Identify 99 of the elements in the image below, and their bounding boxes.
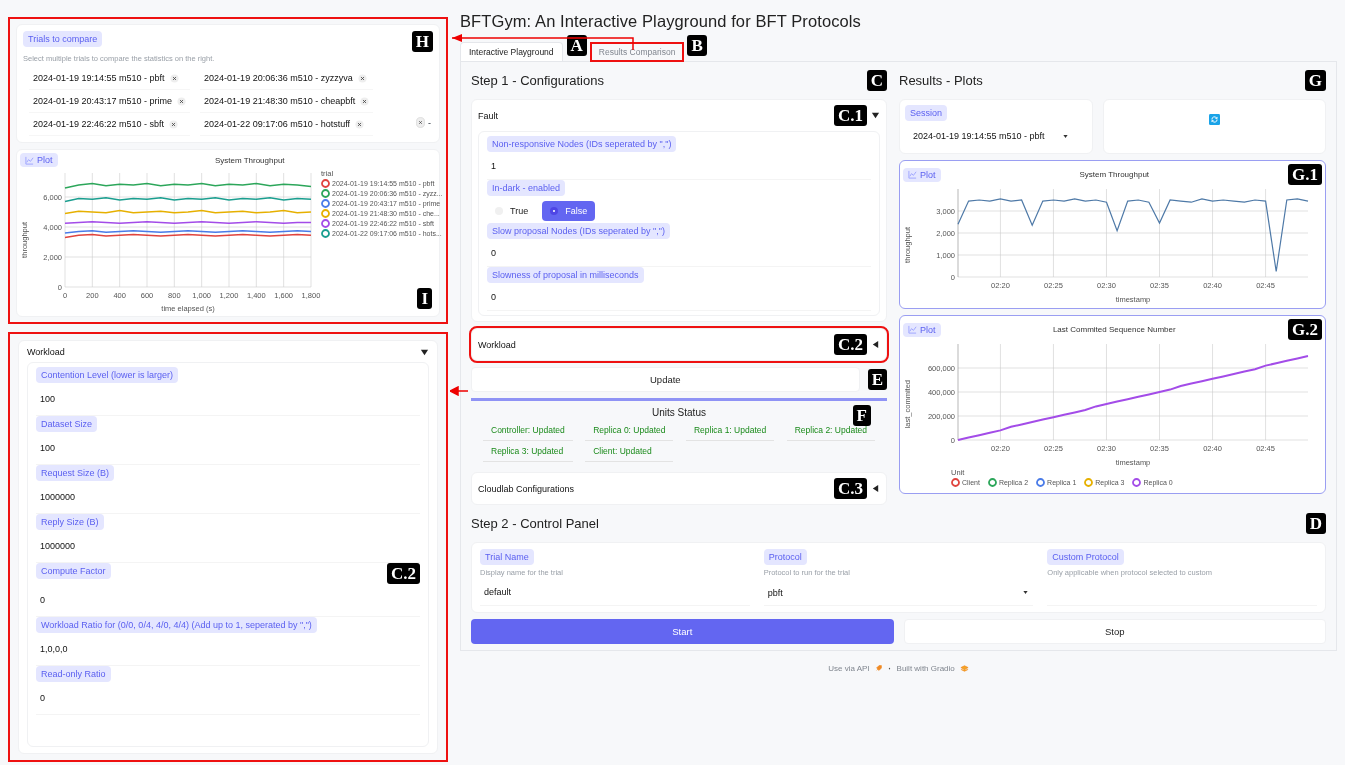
section-title: Results - Plots [899, 73, 983, 88]
status-title: Units Status [652, 407, 706, 418]
trial-chip[interactable]: 2024-01-19 22:46:22 m510 - sbft [29, 113, 191, 136]
unit-status: Replica 3: Updated [483, 441, 573, 462]
callout-label: H [411, 31, 433, 52]
caret-down-icon[interactable] [871, 111, 880, 120]
trial-chip[interactable]: 2024-01-19 19:14:55 m510 - pbft [29, 67, 191, 90]
update-button[interactable]: Update [471, 367, 860, 392]
callout-label: C.2 [833, 334, 867, 355]
chart-icon [25, 155, 34, 165]
trial-label: 2024-01-19 22:46:22 m510 - sbft [33, 119, 165, 129]
remove-icon[interactable] [357, 73, 367, 83]
caret-left-icon[interactable] [871, 340, 880, 349]
stop-button[interactable]: Stop [903, 619, 1326, 644]
unit-status: Replica 2: Updated [786, 420, 875, 441]
remove-icon[interactable] [360, 96, 370, 106]
callout-label: C [866, 70, 887, 91]
session-dropdown[interactable]: 2024-01-19 19:14:55 m510 - pbft [905, 124, 1087, 148]
accordion-title[interactable]: Fault [478, 110, 498, 121]
chart-title: Last Commited Sequence Number [1052, 325, 1176, 334]
rocket-icon [874, 664, 883, 672]
callout-label: B [687, 35, 707, 56]
field-label: Compute Factor [36, 563, 111, 579]
chart-title: System Throughput [214, 155, 285, 165]
caret-left-icon[interactable] [871, 484, 880, 493]
footer-link[interactable]: Built with Gradio [896, 663, 955, 673]
trial-label: 2024-01-19 19:14:55 m510 - pbft [33, 73, 165, 83]
remove-icon[interactable] [355, 119, 365, 129]
field-label: Trial Name [480, 549, 534, 565]
field-label: Workload Ratio for (0/0, 0/4, 4/0, 4/4) (Add up to 1, seperated by ",") [36, 617, 317, 633]
field-label: Contention Level (lower is larger) [36, 367, 179, 383]
callout-label: G.1 [1288, 164, 1322, 185]
unit-status: Controller: Updated [483, 420, 573, 441]
plot-badge: Plot [903, 322, 941, 337]
field-label: Read-only Ratio [36, 666, 111, 682]
logo-icon [959, 663, 969, 673]
remove-icon[interactable] [169, 73, 179, 83]
caret-down-icon [1061, 132, 1069, 140]
accordion-title[interactable]: Workload [27, 347, 65, 357]
trial-chip[interactable]: 2024-01-19 21:48:30 m510 - cheapbft [200, 90, 374, 113]
trial-chip[interactable]: 2024-01-19 20:06:36 m510 - zyzzyva [200, 67, 374, 90]
plot-badge: Plot [903, 167, 941, 182]
tab[interactable]: Interactive Playground [460, 42, 563, 61]
trial-chip[interactable]: 2024-01-19 20:43:17 m510 - prime [29, 90, 191, 113]
caret-down-icon[interactable] [420, 347, 429, 357]
unit-status: Replica 0: Updated [585, 420, 674, 441]
dropdown-mark[interactable]: - [428, 117, 431, 128]
trial-label: 2024-01-19 20:06:36 m510 - zyzzyva [204, 73, 353, 83]
trial-chip[interactable]: 2024-01-22 09:17:06 m510 - hotstuff [200, 113, 374, 136]
caret-down-icon [1022, 589, 1030, 596]
input-field[interactable]: default [480, 580, 750, 606]
callout-label: E [867, 369, 887, 390]
tab[interactable]: Results Comparison [590, 43, 684, 61]
input-field[interactable]: 0 [487, 285, 871, 311]
trial-label: 2024-01-19 21:48:30 m510 - cheapbft [204, 96, 356, 106]
accordion-title[interactable]: Cloudlab Configurations [478, 483, 575, 494]
remove-icon[interactable] [177, 96, 187, 106]
callout-label: C.2 [386, 563, 420, 584]
input-field[interactable]: 0 [36, 684, 420, 715]
remove-icon[interactable] [169, 119, 179, 129]
field-label: Session [905, 105, 948, 121]
chart-title: System Throughput [1079, 170, 1150, 179]
callout-label: C.1 [833, 105, 867, 126]
field-label: Reply Size (B) [36, 514, 104, 530]
start-button[interactable]: Start [471, 619, 894, 644]
field-label: Trials to compare [23, 31, 103, 47]
callout-label: D [1305, 513, 1326, 534]
field-label: Slow proposal Nodes (IDs seperated by ",") [487, 223, 670, 239]
chart-icon [908, 325, 917, 334]
footer-separator: · [887, 661, 892, 675]
callout-arrow [450, 386, 468, 396]
dropdown-field[interactable]: pbft [763, 580, 1034, 606]
field-label: Protocol [763, 549, 807, 565]
callout-label: C.3 [833, 478, 867, 499]
field-label: Dataset Size [36, 416, 98, 432]
unit-status: Replica 1: Updated [685, 420, 775, 441]
chart-icon [908, 170, 917, 179]
trial-label: 2024-01-19 20:43:17 m510 - prime [33, 96, 173, 106]
callout-label: G.2 [1288, 319, 1322, 340]
callout-label: F [852, 405, 871, 426]
footer-link[interactable]: Use via API [828, 663, 870, 673]
app-title: BFTGym: An Interactive Playground for BFT Protocols [460, 12, 862, 31]
radio-option[interactable]: False [542, 201, 596, 221]
accordion-title[interactable]: Workload [478, 339, 516, 350]
refresh-icon[interactable] [1208, 114, 1220, 125]
field-label: Non-responsive Nodes (IDs seperated by ",") [487, 136, 677, 152]
callout-label: A [566, 35, 587, 56]
callout-label: I [417, 288, 432, 309]
section-title: Step 1 - Configurations [471, 73, 604, 88]
field-label: In-dark - enabled [487, 180, 566, 196]
field-label: Custom Protocol [1047, 549, 1124, 565]
unit-status: Client: Updated [585, 441, 674, 462]
field-label: Request Size (B) [36, 465, 115, 481]
section-title: Step 2 - Control Panel [471, 516, 599, 531]
trial-label: 2024-01-22 09:17:06 m510 - hotstuff [204, 119, 351, 129]
field-label: Slowness of proposal in milliseconds [487, 267, 644, 283]
plot-badge: Plot [20, 153, 58, 167]
callout-label: G [1304, 70, 1326, 91]
clear-icon[interactable] [416, 117, 425, 128]
